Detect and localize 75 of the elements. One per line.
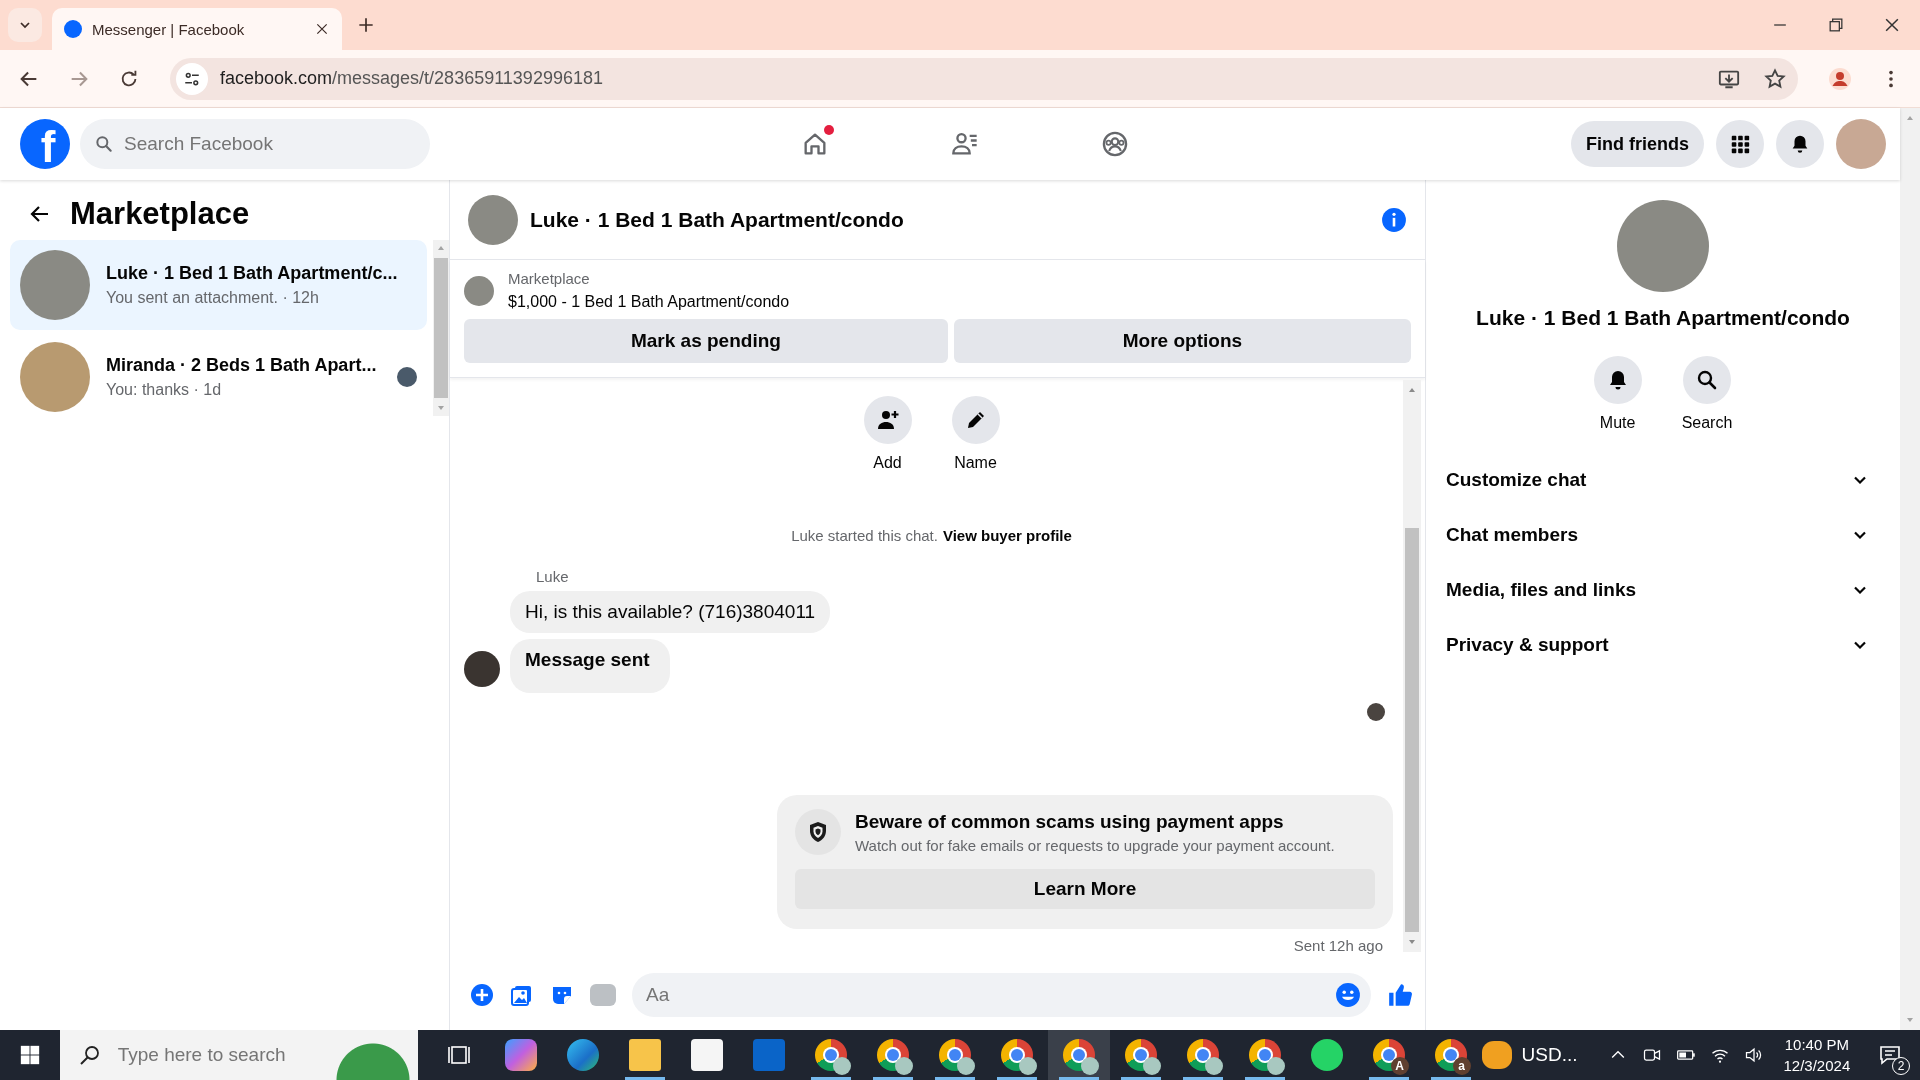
chat-scrollbar[interactable] xyxy=(1403,380,1421,952)
photo-placeholder xyxy=(468,194,518,245)
listing-title: $1,000 - 1 Bed 1 Bath Apartment/condo xyxy=(508,293,790,311)
notifications-button[interactable]: 2 xyxy=(1870,1035,1910,1075)
menu-button[interactable] xyxy=(1716,120,1764,168)
emoji-icon[interactable] xyxy=(1335,982,1361,1008)
buyer-profile-link[interactable]: View buyer profile xyxy=(942,527,1072,544)
taskbar-app[interactable] xyxy=(1047,1030,1110,1080)
warning-text: Watch out for fake emails or requests to upgrade your payment account. xyxy=(855,836,1335,854)
section-toggle[interactable]: Customize chat xyxy=(1446,452,1880,507)
chat-title: Luke · 1 Bed 1 Bath Apartment/condo xyxy=(530,207,904,232)
notifications-button[interactable] xyxy=(1776,120,1824,168)
conversation-title: Luke · 1 Bed 1 Bath Apartment/c... xyxy=(106,263,399,284)
mute-button[interactable] xyxy=(1593,356,1642,404)
section-toggle[interactable]: Chat members xyxy=(1446,507,1880,562)
thumbs-up-icon[interactable] xyxy=(1387,982,1413,1008)
more-options-button[interactable]: More options xyxy=(953,319,1411,363)
listing-label: Marketplace xyxy=(508,270,591,287)
taskbar-search-field[interactable]: Type here to search xyxy=(59,1030,328,1080)
section-toggle[interactable]: Privacy & support xyxy=(1446,617,1880,672)
read-receipt-avatar xyxy=(1367,703,1385,721)
system-message: Luke started this chat. xyxy=(791,527,938,544)
url-text: facebook.com/messages/t/28365911392996181 xyxy=(220,68,603,89)
task-view-icon xyxy=(446,1043,471,1067)
action-label: Search xyxy=(1681,414,1733,432)
search-icon xyxy=(1695,368,1719,392)
notification-dot xyxy=(824,125,834,135)
name-button[interactable] xyxy=(951,396,1000,444)
new-tab-icon[interactable] xyxy=(356,15,376,35)
mark-pending-button[interactable]: Mark as pending xyxy=(464,319,948,363)
conversation-item[interactable]: Luke · 1 Bed 1 Bath Apartment/c... You sent an attachment. · 12h xyxy=(10,240,428,330)
warning-title: Beware of common scams using payment apps xyxy=(855,810,1285,833)
conversation-item[interactable]: Miranda · 2 Beds 1 Bath Apart... You: thanks · 1d xyxy=(10,332,428,422)
photo-placeholder xyxy=(464,275,494,306)
menu-grid-icon xyxy=(1729,133,1751,155)
sender-name: Luke xyxy=(536,568,570,585)
search-button[interactable] xyxy=(1683,356,1731,404)
info-icon[interactable] xyxy=(1381,206,1407,233)
address-bar[interactable]: facebook.com/messages/t/28365911392996181 xyxy=(170,57,1798,100)
learn-more-button[interactable]: Learn More xyxy=(795,869,1375,909)
message-field[interactable]: Aa xyxy=(632,973,1371,1017)
plus-icon[interactable] xyxy=(470,983,494,1007)
add-button[interactable] xyxy=(863,396,912,444)
conversation-title: Miranda · 2 Beds 1 Bath Apart... xyxy=(106,355,378,376)
image-icon[interactable] xyxy=(510,983,534,1007)
message-preview: You: thanks · 1d xyxy=(106,381,223,399)
volume-icon[interactable] xyxy=(1743,1045,1764,1065)
seen-avatar xyxy=(397,367,418,387)
message-status: Sent 12h ago xyxy=(1293,937,1384,954)
section-toggle[interactable]: Media, files and links xyxy=(1446,562,1880,617)
chat-name: Luke · 1 Bed 1 Bath Apartment/condo xyxy=(1476,306,1850,330)
windows-logo-icon xyxy=(18,1044,41,1066)
action-label: Add xyxy=(873,454,902,472)
profile-avatar-icon[interactable] xyxy=(1828,66,1852,91)
find-friends-button[interactable]: Find friends xyxy=(1571,121,1704,167)
currency-widget[interactable]: USD... xyxy=(1481,1041,1578,1069)
groups-icon xyxy=(1101,130,1129,158)
message-bubble: Hi, is this available? (716)3804011 xyxy=(510,591,831,633)
taskbar-app[interactable]: A xyxy=(1357,1030,1420,1080)
panel-title: Marketplace xyxy=(70,196,250,232)
message-bubble: Message sent xyxy=(510,639,670,693)
action-label: Mute xyxy=(1599,414,1636,432)
clock[interactable]: 10:40 PM 12/3/2024 xyxy=(1783,1034,1851,1076)
message-preview: You sent an attachment. · 12h xyxy=(106,289,320,307)
bookmark-star-icon[interactable] xyxy=(1764,67,1786,90)
add-person-icon xyxy=(875,408,900,432)
search-field[interactable]: Search Facebook xyxy=(80,119,430,169)
notification-count: 2 xyxy=(1892,1057,1910,1075)
avatar xyxy=(464,651,500,687)
facebook-logo[interactable]: f xyxy=(20,119,70,169)
action-label: Name xyxy=(954,454,997,472)
taskbar-app[interactable]: a xyxy=(1419,1030,1482,1080)
friends-icon xyxy=(951,130,979,158)
browser-tab[interactable]: Messenger | Facebook xyxy=(52,8,342,50)
close-icon[interactable] xyxy=(314,21,330,37)
